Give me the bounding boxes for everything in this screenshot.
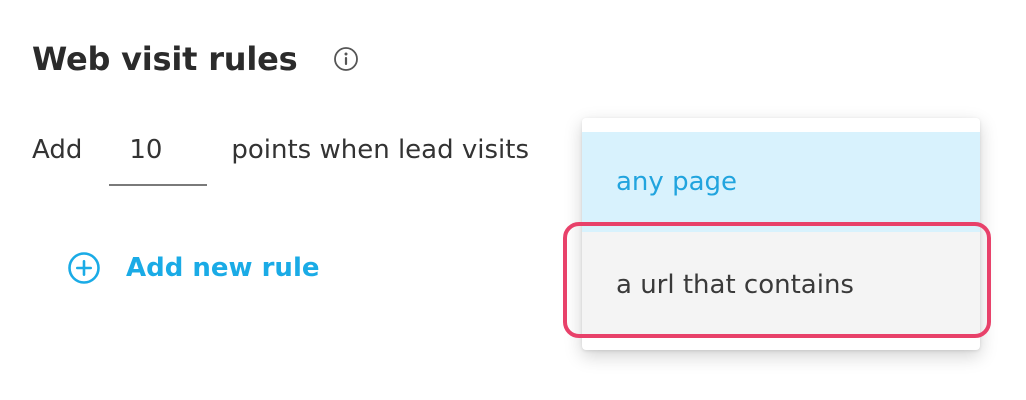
page-title: Web visit rules [32,40,298,78]
plus-circle-icon [66,250,102,286]
points-input[interactable] [109,130,220,170]
points-field[interactable] [109,130,220,186]
dropdown-option-url-contains[interactable]: a url that contains [582,232,980,338]
visit-target-dropdown[interactable]: any page a url that contains [582,118,980,350]
web-visit-rules-panel: Web visit rules Add points when lead vis… [0,0,1026,400]
add-new-rule-label: Add new rule [126,253,320,283]
add-new-rule-button[interactable]: Add new rule [66,250,320,286]
rule-prefix-label: Add [32,135,83,165]
dropdown-top-padding [582,118,980,132]
rule-row: Add points when lead visits [32,130,529,186]
section-heading: Web visit rules [32,40,359,78]
rule-suffix-label: points when lead visits [231,135,529,165]
info-circle-icon[interactable] [333,46,359,72]
dropdown-option-any-page[interactable]: any page [582,132,980,232]
